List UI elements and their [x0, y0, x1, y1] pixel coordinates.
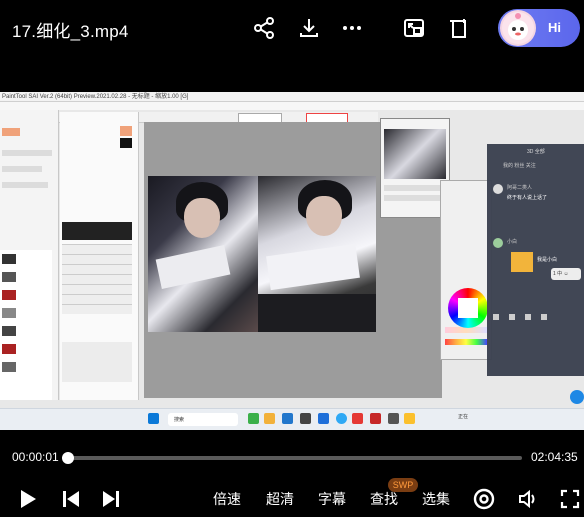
play-icon[interactable]: [18, 488, 38, 510]
chat-line: 阿哥二类人: [507, 185, 533, 191]
layer-panel: [0, 110, 59, 400]
chat-line: 我是小白: [537, 257, 558, 263]
chat-avatar: [493, 238, 503, 248]
assistant-label: Hi: [548, 20, 561, 35]
input-method-label: 1 中 ☺: [553, 271, 569, 277]
video-frame[interactable]: PaintTool SAI Ver.2 (64bit) Preview.2021…: [0, 92, 584, 430]
chat-toolbar: [491, 312, 579, 322]
progress-track[interactable]: [68, 456, 522, 460]
chat-sticker: [511, 252, 533, 272]
search-badge: SWP: [388, 478, 418, 492]
artwork-left-figure: [148, 176, 258, 332]
folder-icon: [264, 413, 275, 424]
previous-icon[interactable]: [62, 489, 80, 509]
episodes-button[interactable]: 选集: [422, 489, 450, 509]
chat-avatar: [493, 184, 503, 194]
browser-icon: [336, 413, 347, 424]
taskbar-app-icon: [404, 413, 415, 424]
color-wheel-center: [458, 298, 478, 318]
rotate-screen-icon[interactable]: [447, 16, 471, 40]
video-title: 17.细化_3.mp4: [12, 22, 129, 41]
share-icon[interactable]: [252, 16, 276, 40]
app-menu-bar: [0, 102, 584, 110]
assistant-button[interactable]: Hi: [498, 9, 580, 47]
speed-button[interactable]: 倍速: [213, 489, 241, 509]
tool-panel: [60, 112, 139, 400]
fullscreen-icon[interactable]: [560, 489, 580, 509]
help-bubble-icon: [570, 390, 584, 404]
taskbar-app-icon: [388, 413, 399, 424]
more-icon[interactable]: [340, 16, 364, 40]
color-panel: [440, 180, 492, 360]
chat-line: 小白: [507, 239, 518, 245]
taskbar-app-icon: [300, 413, 311, 424]
assistant-avatar-icon: [500, 10, 536, 46]
input-method-bar: 1 中 ☺: [551, 268, 581, 280]
app-title: PaintTool SAI Ver.2 (64bit) Preview.2021…: [2, 94, 189, 100]
subtitles-button[interactable]: 字幕: [318, 489, 346, 509]
chat-line: 我的 粉丝 关注: [503, 163, 536, 169]
volume-icon[interactable]: [517, 488, 539, 510]
download-icon[interactable]: [297, 16, 321, 40]
start-icon: [148, 413, 159, 424]
top-bar: 17.细化_3.mp4 Hi: [0, 0, 584, 58]
app-title-bar: PaintTool SAI Ver.2 (64bit) Preview.2021…: [0, 92, 584, 102]
progress-knob[interactable]: [62, 452, 74, 464]
chat-tabs: 3D 全部: [527, 149, 545, 155]
search-button[interactable]: 查找: [370, 489, 398, 509]
taskbar-clock: 正在: [458, 414, 469, 420]
quality-button[interactable]: 超清: [266, 489, 294, 509]
chat-line: 终于有人说上话了: [507, 195, 548, 201]
taskbar-app-icon: [282, 413, 293, 424]
danmaku-toggle-icon[interactable]: [473, 488, 495, 510]
picture-in-picture-icon[interactable]: [402, 16, 426, 40]
chat-overlay-panel: 3D 全部 我的 粉丝 关注 阿哥二类人 终于有人说上话了 小白 我是小白 1 …: [487, 144, 584, 376]
taskbar-search-label: 搜索: [174, 417, 185, 423]
taskbar-app-icon: [318, 413, 329, 424]
total-time: 02:04:35: [531, 450, 578, 464]
taskbar-app-icon: [352, 413, 363, 424]
next-icon[interactable]: [102, 489, 120, 509]
current-time: 00:00:01: [12, 450, 59, 464]
taskbar-app-icon: [248, 413, 259, 424]
taskbar-app-icon: [370, 413, 381, 424]
artwork-canvas[interactable]: [148, 176, 376, 332]
artwork-right-figure: [258, 176, 376, 332]
